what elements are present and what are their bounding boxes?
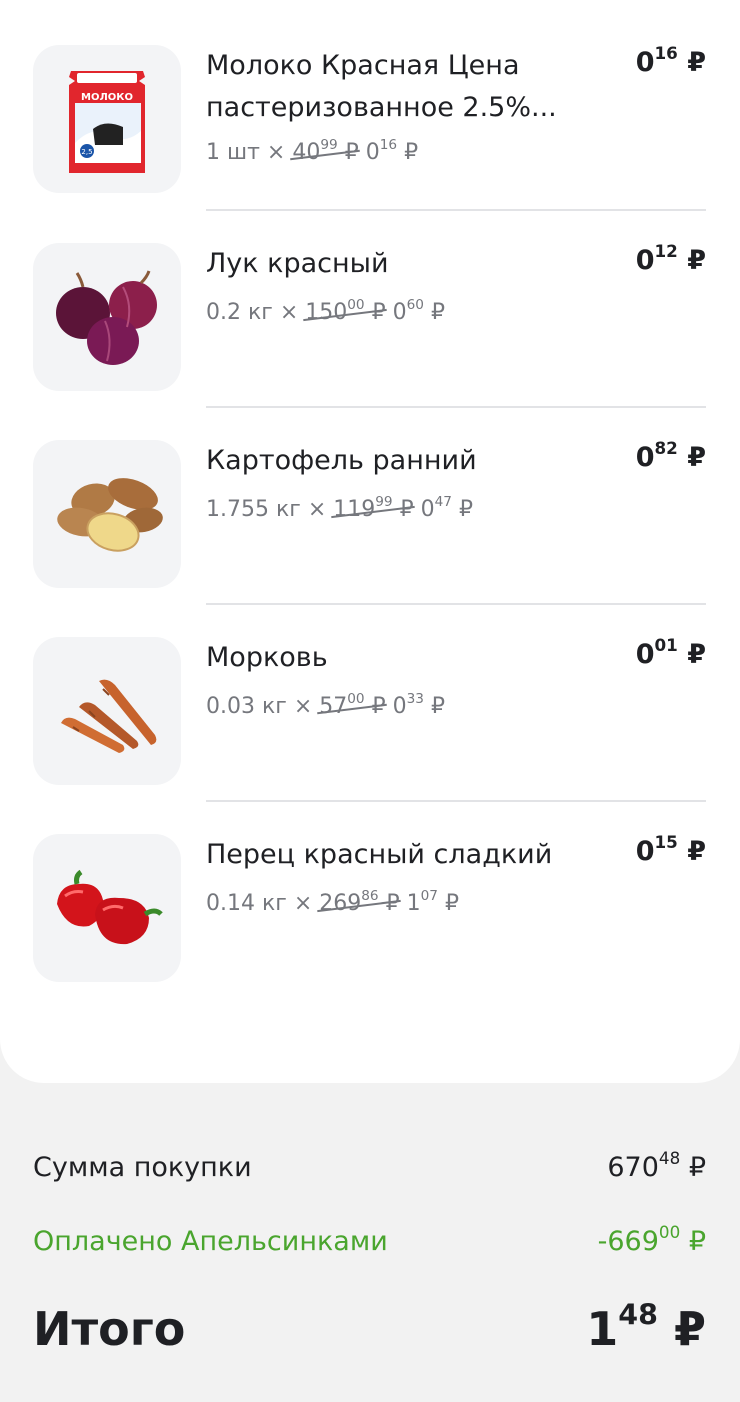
carrot-icon [33, 637, 181, 785]
item-unit-price: 0.2 кг × 15000 ₽ 060 ₽ [206, 297, 445, 325]
receipt-card: 2,5 МОЛОКО Молоко Красная Цена пастеризо… [0, 0, 740, 1083]
total-value: 148 ₽ [586, 1298, 706, 1356]
item-name: Картофель ранний [206, 445, 477, 476]
item-total: 082 ₽ [635, 437, 706, 473]
item-total: 001 ₽ [635, 634, 706, 670]
item-name: Лук красный [206, 248, 389, 279]
red-pepper-icon [33, 834, 181, 982]
paid-bonus-label: Оплачено Апельсинками [33, 1226, 388, 1257]
item-unit-price: 1 шт × 4099 ₽ 016 ₽ [206, 137, 419, 165]
list-item[interactable]: Лук красный 0.2 кг × 15000 ₽ 060 ₽ 012 ₽ [0, 198, 740, 408]
total-label: Итого [33, 1302, 186, 1356]
svg-text:МОЛОКО: МОЛОКО [81, 92, 133, 103]
potato-icon [33, 440, 181, 588]
milk-pack-icon: 2,5 МОЛОКО [33, 45, 181, 193]
item-total: 012 ₽ [635, 240, 706, 276]
item-unit-price: 1.755 кг × 11999 ₽ 047 ₽ [206, 494, 473, 522]
purchase-sum-value: 67048 ₽ [607, 1147, 706, 1183]
list-item[interactable]: Картофель ранний 1.755 кг × 11999 ₽ 047 … [0, 395, 740, 605]
svg-text:2,5: 2,5 [81, 148, 92, 156]
list-item[interactable]: Перец красный сладкий 0.14 кг × 26986 ₽ … [0, 789, 740, 987]
purchase-sum-label: Сумма покупки [33, 1152, 252, 1183]
item-total: 016 ₽ [635, 42, 706, 78]
paid-bonus-value: -66900 ₽ [597, 1221, 706, 1257]
item-name: Перец красный сладкий [206, 839, 553, 870]
item-total: 015 ₽ [635, 831, 706, 867]
list-item[interactable]: 2,5 МОЛОКО Молоко Красная Цена пастеризо… [0, 0, 740, 211]
item-unit-price: 0.03 кг × 5700 ₽ 033 ₽ [206, 691, 445, 719]
item-name: Молоко Красная Цена пастеризованное 2.5%… [206, 50, 557, 123]
list-item[interactable]: Морковь 0.03 кг × 5700 ₽ 033 ₽ 001 ₽ [0, 592, 740, 802]
item-unit-price: 0.14 кг × 26986 ₽ 107 ₽ [206, 888, 459, 916]
red-onion-icon [33, 243, 181, 391]
item-name: Морковь [206, 642, 328, 673]
